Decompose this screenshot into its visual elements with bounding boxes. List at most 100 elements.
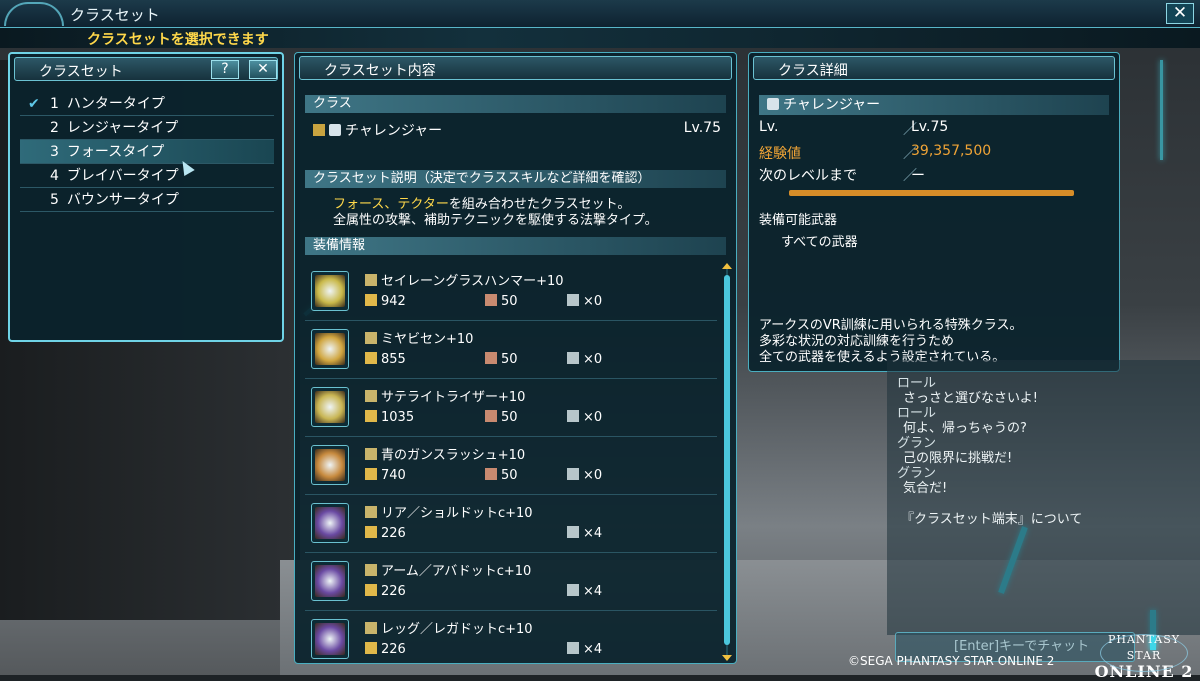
equipment-name: レッグ／レガドットc+10	[381, 622, 533, 637]
stat-element-value: 50	[501, 294, 518, 309]
next-level-value: ー	[911, 168, 925, 184]
detail-title: クラス詳細	[778, 63, 848, 79]
copyright: ©SEGA PHANTASY STAR ONLINE 2	[848, 654, 1055, 668]
chat-message: 気合だ!	[903, 481, 948, 496]
pso2-logo: PHANTASY STAR ONLINE 2	[1090, 632, 1198, 680]
equipment-row[interactable]: ミヤビセン+10 855 50 ×0	[305, 321, 717, 379]
scroll-down-icon[interactable]	[722, 655, 732, 661]
slot-icon	[567, 294, 579, 306]
equipment-thumb	[315, 275, 345, 307]
equipment-name: ミヤビセン+10	[381, 332, 474, 347]
window-close-button[interactable]: ✕	[1166, 3, 1194, 24]
emblem-icon	[4, 2, 64, 26]
chat-speaker: ロール	[897, 406, 937, 421]
equipment-thumb	[315, 449, 345, 481]
equipment-icon	[311, 387, 349, 427]
classset-title: クラスセット	[39, 64, 123, 80]
stat-element: 50	[485, 352, 518, 367]
slot-icon	[567, 468, 579, 480]
detail-class-name-bar: チャレンジャー	[759, 95, 1109, 115]
list-item-label: ブレイバータイプ	[66, 168, 179, 184]
logo-ring	[1100, 634, 1188, 672]
equip-section-header: 装備情報	[305, 237, 726, 255]
equipment-name: 青のガンスラッシュ+10	[381, 448, 526, 463]
list-item-number: 5	[50, 192, 59, 208]
equipment-row[interactable]: サテライトライザー+10 1035 50 ×0	[305, 379, 717, 437]
element-icon	[485, 352, 497, 364]
equipment-row[interactable]: リア／ショルドットc+10 226 ×4	[305, 495, 717, 553]
equipment-name-row: ミヤビセン+10	[365, 328, 473, 347]
level-label: Lv.	[759, 119, 779, 135]
equipment-row[interactable]: アーム／アバドットc+10 226 ×4	[305, 553, 717, 611]
detail-exp-row: 経験値／ 39,357,500	[759, 143, 1109, 165]
list-item-label: フォースタイプ	[66, 144, 165, 160]
list-item-number: 1	[50, 96, 59, 112]
classset-item-force[interactable]: 3 フォースタイプ	[20, 140, 274, 164]
equipment-type-icon	[365, 332, 377, 344]
detail-class-name: チャレンジャー	[783, 97, 881, 113]
class-level: Lv.75	[683, 120, 721, 136]
list-item-label: ハンタータイプ	[66, 96, 165, 112]
classset-item-braver[interactable]: 4 ブレイバータイプ	[20, 164, 274, 188]
attack-icon	[365, 526, 377, 538]
contents-title: クラスセット内容	[324, 63, 436, 79]
challenger-icon	[329, 124, 341, 136]
window-titlebar: クラスセット ✕	[0, 0, 1200, 28]
slot-icon	[567, 584, 579, 596]
equipment-type-icon	[365, 390, 377, 402]
equipment-row[interactable]: レッグ／レガドットc+10 226 ×4	[305, 611, 717, 661]
weapons-label: 装備可能武器	[759, 213, 838, 228]
classset-description: フォース、テクターを組み合わせたクラスセット。 全属性の攻撃、補助テクニックを駆…	[333, 197, 658, 229]
equipment-icon	[311, 445, 349, 485]
desc-highlight: フォース、テクター	[333, 197, 449, 212]
exp-value: 39,357,500	[911, 143, 992, 159]
stat-attack-value: 740	[381, 468, 406, 483]
equipment-scrollbar[interactable]	[722, 263, 732, 661]
equipment-thumb	[315, 623, 345, 655]
slot-icon	[567, 410, 579, 422]
equipment-thumb	[315, 565, 345, 597]
stat-attack: 855	[365, 352, 406, 367]
equipment-type-icon	[365, 448, 377, 460]
chat-speaker: ロール	[897, 376, 937, 391]
stat-slots-value: ×4	[583, 584, 603, 599]
equipment-icon	[311, 619, 349, 659]
stat-slots-value: ×0	[583, 410, 603, 425]
equipment-icon	[311, 503, 349, 543]
classset-item-hunter[interactable]: ✔ 1 ハンタータイプ	[20, 92, 274, 116]
stat-element: 50	[485, 468, 518, 483]
stat-attack: 942	[365, 294, 406, 309]
equipment-name-row: セイレーングラスハンマー+10	[365, 270, 564, 289]
detail-header: クラス詳細	[753, 56, 1115, 80]
chat-log: ロール さっさと選びなさいよ! ロール 何よ、帰っちゃうの? グラン 己の限界に…	[887, 360, 1200, 635]
contents-header: クラスセット内容	[299, 56, 732, 80]
stat-attack: 226	[365, 584, 406, 599]
chat-message: 何よ、帰っちゃうの?	[903, 421, 1027, 436]
element-icon	[485, 294, 497, 306]
attack-icon	[365, 410, 377, 422]
desc-line2: 全属性の攻撃、補助テクニックを駆使する法撃タイプ。	[333, 213, 658, 228]
challenger-icon	[767, 98, 779, 110]
classset-item-ranger[interactable]: 2 レンジャータイプ	[20, 116, 274, 140]
equipment-row[interactable]: セイレーングラスハンマー+10 942 50 ×0	[305, 263, 717, 321]
chat-footer-link[interactable]: 『クラスセット端末』について	[901, 512, 1082, 527]
window-title: クラスセット	[70, 6, 160, 24]
help-button[interactable]: ?	[211, 60, 239, 79]
scroll-thumb[interactable]	[724, 275, 730, 645]
classset-close-button[interactable]: ✕	[249, 60, 277, 79]
list-item-number: 3	[50, 144, 59, 160]
stat-element: 50	[485, 294, 518, 309]
stat-slots-value: ×0	[583, 352, 603, 367]
class-section-header: クラス	[305, 95, 726, 113]
class-row: チャレンジャー Lv.75	[313, 120, 721, 140]
class-name: チャレンジャー	[345, 123, 443, 139]
chat-speaker: グラン	[897, 466, 937, 481]
equipment-row[interactable]: 青のガンスラッシュ+10 740 50 ×0	[305, 437, 717, 495]
list-item-label: レンジャータイプ	[66, 120, 179, 136]
classset-panel: クラスセット ? ✕ ✔ 1 ハンタータイプ 2 レンジャータイプ 3 フォースタイプ …	[8, 52, 284, 342]
equipment-thumb	[315, 391, 345, 423]
stat-slots: ×0	[567, 352, 602, 367]
stat-element-value: 50	[501, 410, 518, 425]
classset-item-bouncer[interactable]: 5 バウンサータイプ	[20, 188, 274, 212]
equipment-name-row: 青のガンスラッシュ+10	[365, 444, 525, 463]
